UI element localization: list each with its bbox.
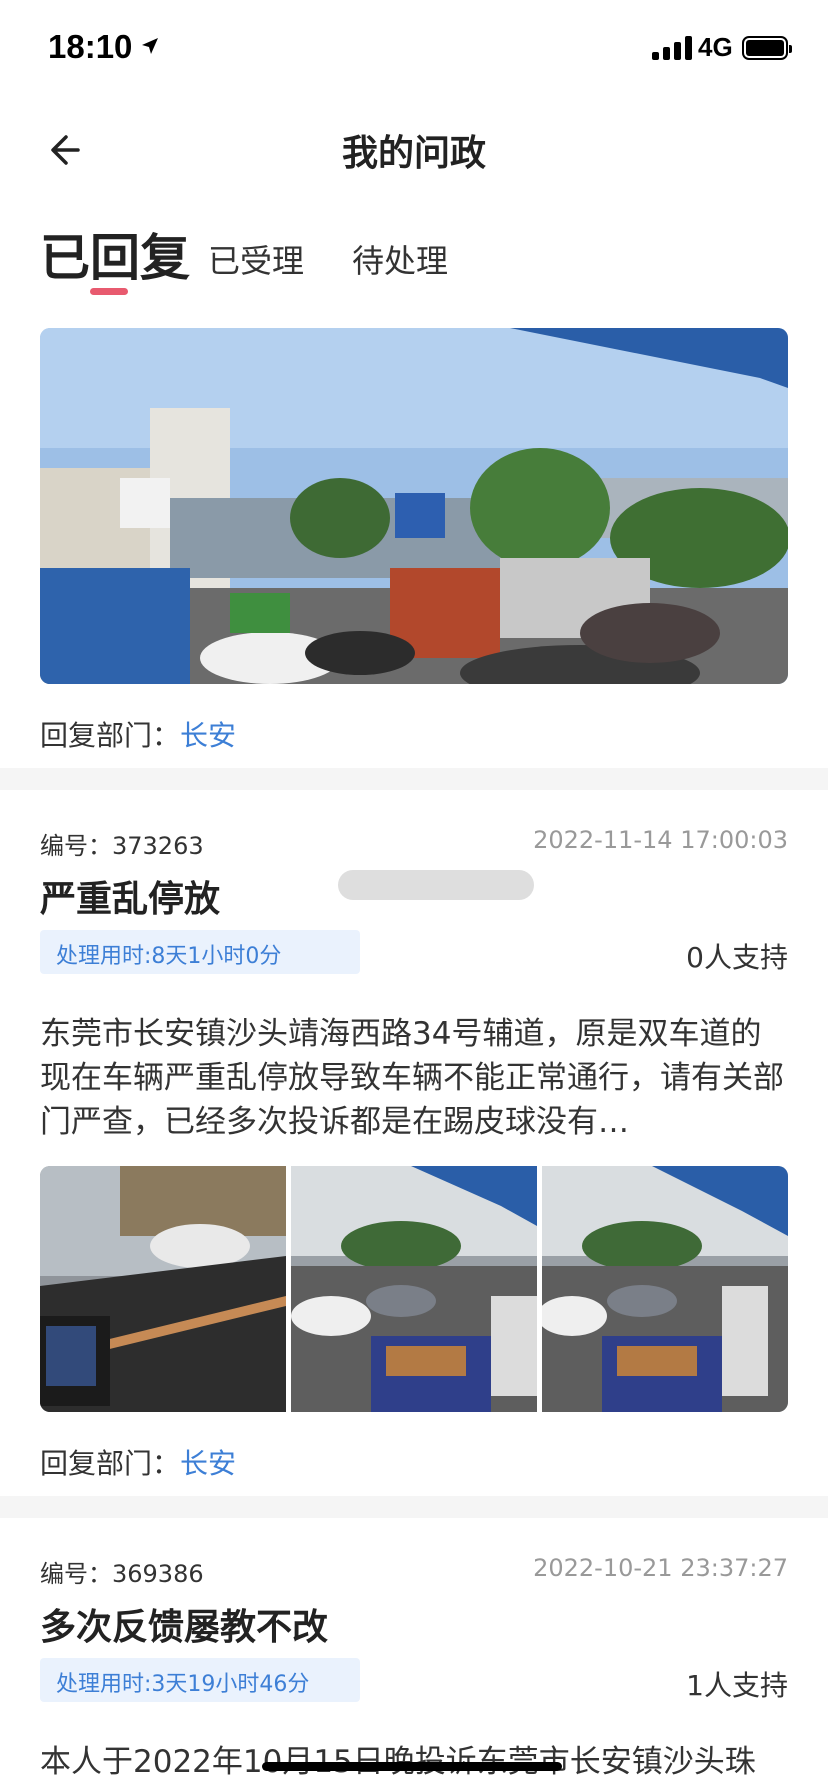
support-count[interactable]: 0人支持	[686, 936, 788, 976]
home-indicator	[262, 1762, 562, 1771]
post-id: 编号：369386	[40, 1554, 204, 1589]
post-timestamp: 2022-10-21 23:37:27	[533, 1554, 788, 1582]
reply-department-label: 回复部门：	[40, 719, 181, 752]
active-tab-indicator	[90, 288, 128, 295]
support-count[interactable]: 1人支持	[686, 1664, 788, 1704]
reply-department-value[interactable]: 长安	[180, 719, 236, 752]
location-arrow-icon	[142, 38, 158, 54]
post-id-value: 369386	[112, 1560, 204, 1588]
post-title[interactable]: 多次反馈屡教不改	[40, 1598, 328, 1650]
tab-accepted[interactable]: 已受理	[208, 236, 304, 282]
page-title: 我的问政	[341, 133, 486, 174]
processing-time-badge: 处理用时:8天1小时0分	[40, 930, 360, 974]
reply-department: 回复部门：长安	[40, 714, 236, 754]
navigation-bar: 我的问政	[0, 110, 828, 190]
post-timestamp: 2022-11-14 17:00:03	[533, 826, 788, 854]
reply-department-value[interactable]: 长安	[180, 1447, 236, 1480]
processing-time-badge: 处理用时:3天19小时46分	[40, 1658, 360, 1702]
tab-pending[interactable]: 待处理	[352, 236, 448, 282]
watermark	[338, 870, 534, 900]
post-image-gallery	[40, 1166, 788, 1412]
post-id-value: 373263	[112, 832, 204, 860]
signal-icon	[652, 36, 692, 60]
status-bar: 18:10 4G	[0, 0, 828, 100]
section-divider	[0, 1496, 828, 1518]
section-divider	[0, 768, 828, 790]
processing-time: 处理用时:8天1小时0分	[56, 944, 282, 969]
post-thumbnail[interactable]	[291, 1166, 537, 1412]
post-id: 编号：373263	[40, 826, 204, 861]
reply-department: 回复部门：长安	[40, 1442, 236, 1482]
post-id-label: 编号：	[40, 832, 112, 860]
post-title[interactable]: 严重乱停放	[40, 870, 220, 922]
network-type: 4G	[698, 32, 733, 62]
status-time: 18:10	[48, 28, 133, 65]
battery-icon	[742, 36, 792, 60]
tab-replied[interactable]: 已回复	[40, 218, 190, 290]
post-id-label: 编号：	[40, 1560, 112, 1588]
post-thumbnail[interactable]	[542, 1166, 788, 1412]
processing-time: 处理用时:3天19小时46分	[56, 1672, 310, 1697]
post-photo[interactable]	[40, 328, 788, 684]
post-thumbnail[interactable]	[40, 1166, 286, 1412]
post-content[interactable]: 东莞市长安镇沙头靖海西路34号辅道，原是双车道的现在车辆严重乱停放导致车辆不能正…	[40, 1012, 788, 1144]
reply-department-label: 回复部门：	[40, 1447, 181, 1480]
